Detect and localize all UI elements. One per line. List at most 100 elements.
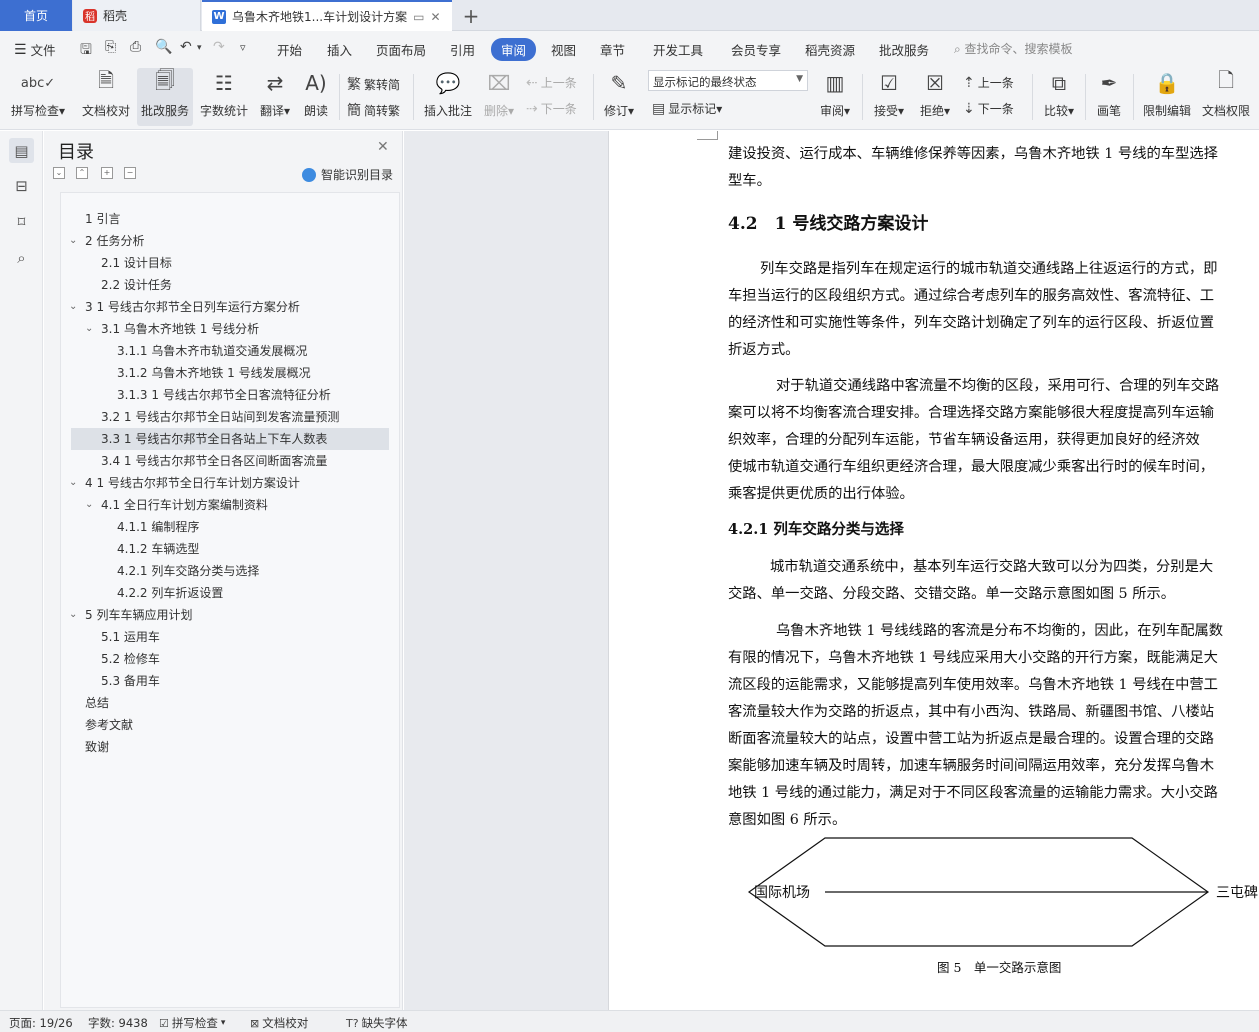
missing-font-icon: T? [346,1016,359,1030]
toc-item[interactable]: 4.1.2 车辆选型 [71,538,389,560]
toc-item[interactable]: ⌄ 2 任务分析 [69,230,389,252]
next-change-button[interactable]: ⇣ 下一条 [963,100,1014,117]
status-spell-check[interactable]: ☑ 拼写检查 ▾ [159,1015,225,1031]
review-pane-button[interactable]: ▥ 审阅▾ [816,68,854,126]
pen-button[interactable]: ✒ 画笔 [1092,68,1126,126]
menu-chapter[interactable]: 章节 [600,40,625,59]
export-icon[interactable]: ⎘ [105,39,116,55]
redo-icon[interactable]: ↷ [213,39,225,55]
correction-service-button[interactable]: 🗐 批改服务 [137,68,193,126]
toc-item[interactable]: 5.3 备用车 [71,670,389,692]
document-page[interactable]: 建设投资、运行成本、车辆维修保养等因素，乌鲁木齐地铁 1 号线的车型选择 型车。 4… [608,131,1259,1010]
document-permission-button[interactable]: 🗋 文档权限 [1198,68,1254,126]
toc-item[interactable]: 3.3 1 号线古尔邦节全日各站上下车人数表 [71,428,389,450]
close-icon[interactable]: ✕ [377,139,389,155]
add-heading-icon[interactable]: + [101,167,113,179]
tab-document[interactable]: W 乌鲁木齐地铁1...车计划设计方案 ▭ ✕ [202,0,452,31]
command-search[interactable]: ⌕ 查找命令、搜索模板 [954,40,1073,57]
collapse-all-icon[interactable]: ⌄ [53,167,65,179]
menu-review[interactable]: 审阅 [491,38,537,61]
doc-proofread-button[interactable]: 🗎 文档校对 [79,68,133,126]
menu-developer[interactable]: 开发工具 [653,40,703,59]
menu-view[interactable]: 视图 [551,40,576,59]
toc-item[interactable]: 参考文献 [71,714,389,736]
word-count-indicator[interactable]: 字数: 9438 [88,1015,148,1031]
tab-daoke[interactable]: 稻 稻壳 [73,0,201,31]
toc-item[interactable]: 3.1.3 1 号线古尔邦节全日客流特征分析 [71,384,389,406]
search-icon[interactable]: ⌕ [9,245,34,270]
close-tab-icon[interactable]: ✕ [430,10,440,24]
print-preview-icon[interactable]: 🔍 [155,39,172,55]
menu-references[interactable]: 引用 [450,40,475,59]
toc-item[interactable]: 4.2.1 列车交路分类与选择 [71,560,389,582]
previous-comment-button[interactable]: ⇠ 上一条 [526,74,577,91]
toc-item[interactable]: 致谢 [71,736,389,758]
toc-item[interactable]: 3.1.2 乌鲁木齐地铁 1 号线发展概况 [71,362,389,384]
toc-panel-icon[interactable]: ▤ [9,138,34,163]
word-count-button[interactable]: ☷ 字数统计 [198,68,250,126]
menu-insert[interactable]: 插入 [327,40,352,59]
status-missing-font[interactable]: T? 缺失字体 [346,1015,408,1031]
traditional-to-simplified-button[interactable]: 繁繁转简 [347,74,400,94]
reject-button[interactable]: ☒ 拒绝▾ [916,68,954,126]
track-changes-button[interactable]: ✎ 修订▾ [600,68,638,126]
toc-item[interactable]: 总结 [71,692,389,714]
window-icon[interactable]: ▭ [413,10,424,24]
simplified-to-traditional-button[interactable]: 簡简转繁 [347,100,400,120]
chevron-down-icon[interactable]: ⌄ [85,494,97,516]
menu-start[interactable]: 开始 [277,40,302,59]
new-tab-button[interactable]: + [460,0,482,31]
menu-daoke-resources[interactable]: 稻壳资源 [805,40,855,59]
chevron-down-icon[interactable]: ⌄ [69,230,81,252]
toc-item[interactable]: 2.1 设计目标 [71,252,389,274]
spell-check-button[interactable]: abc✓ 拼写检查▾ [10,68,66,126]
toc-item[interactable]: 2.2 设计任务 [71,274,389,296]
undo-icon[interactable]: ↶ [180,39,192,55]
toc-item[interactable]: ⌄ 5 列车车辆应用计划 [69,604,389,626]
chevron-down-icon[interactable]: ⌄ [69,604,81,626]
toc-item[interactable]: 4.2.2 列车折返设置 [71,582,389,604]
delete-comment-button[interactable]: ⌧ 删除▾ [481,68,517,126]
toc-item[interactable]: ⌄ 4.1 全日行车计划方案编制资料 [71,494,389,516]
page-indicator[interactable]: 页面: 19/26 [9,1015,73,1031]
translate-button[interactable]: ⇄ 翻译▾ [257,68,293,126]
menu-page-layout[interactable]: 页面布局 [376,40,426,59]
chevron-down-icon[interactable]: ⌄ [69,296,81,318]
toc-item[interactable]: ⌄ 3.1 乌鲁木齐地铁 1 号线分析 [71,318,389,340]
insert-comment-button[interactable]: 💬 插入批注 [421,68,475,126]
menu-member[interactable]: 会员专享 [731,40,781,59]
menu-correction-service[interactable]: 批改服务 [879,40,929,59]
previous-change-button[interactable]: ⇡ 上一条 [963,74,1014,91]
toc-item[interactable]: 3.4 1 号线古尔邦节全日各区间断面客流量 [71,450,389,472]
compare-button[interactable]: ⧉ 比较▾ [1039,68,1079,126]
status-proofread[interactable]: ⊠ 文档校对 [250,1015,308,1031]
read-aloud-button[interactable]: A) 朗读 [300,68,332,126]
toc-item[interactable]: ⌄ 3 1 号线古尔邦节全日列车运行方案分析 [69,296,389,318]
chapter-nav-icon[interactable]: ⊟ [9,173,34,198]
customize-dropdown-icon[interactable]: ▿ [240,41,246,54]
toc-item[interactable]: 3.1.1 乌鲁木齐市轨道交通发展概况 [71,340,389,362]
undo-dropdown-icon[interactable]: ▾ [197,43,202,53]
accept-button[interactable]: ☑ 接受▾ [870,68,908,126]
next-comment-button[interactable]: ⇢ 下一条 [526,100,577,117]
toc-item[interactable]: 4.1.1 编制程序 [71,516,389,538]
expand-up-icon[interactable]: ⌃ [76,167,88,179]
save-icon[interactable]: 🖫 [80,39,92,63]
file-menu[interactable]: ☰ 文件 [14,40,56,59]
tab-home[interactable]: 首页 [0,0,72,31]
toc-item[interactable]: 3.2 1 号线古尔邦节全日站间到发客流量预测 [71,406,389,428]
toc-item[interactable]: ⌄ 4 1 号线古尔邦节全日行车计划方案设计 [69,472,389,494]
print-icon[interactable]: ⎙ [130,39,141,55]
markup-state-select[interactable]: 显示标记的最终状态 ▼ [648,70,808,91]
toc-item[interactable]: 5.1 运用车 [71,626,389,648]
chevron-down-icon[interactable]: ⌄ [69,472,81,494]
remove-heading-icon[interactable]: − [124,167,136,179]
toc-item[interactable]: 5.2 检修车 [71,648,389,670]
restrict-editing-button[interactable]: 🔒 限制编辑 [1140,68,1194,126]
toc-item[interactable]: 1 引言 [71,208,389,230]
chevron-down-icon[interactable]: ⌄ [85,318,97,340]
show-markup-button[interactable]: ▤ 显示标记 ▾ [652,100,722,117]
bookmark-icon[interactable]: ⌑ [9,209,34,234]
next-comment-label: 下一条 [540,102,577,116]
smart-toc-button[interactable]: 智能识别目录 [302,166,393,183]
